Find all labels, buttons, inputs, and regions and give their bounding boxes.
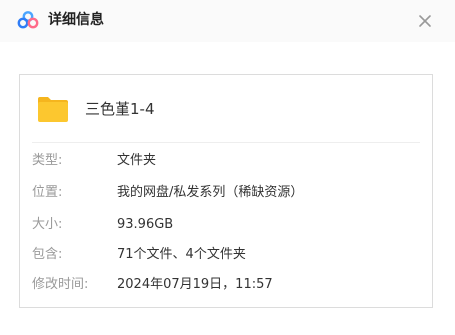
detail-value: 71个文件、4个文件夹: [117, 247, 246, 262]
dialog-title: 详细信息: [48, 12, 104, 28]
details-dialog: 详细信息 三色堇1-4 类型: 文件夹 位置: 我的网盘/私发系列（稀缺资源） …: [0, 0, 455, 335]
detail-label: 类型:: [32, 153, 63, 168]
detail-label: 大小:: [32, 217, 63, 232]
detail-row-size: 大小: 93.96GB: [32, 215, 422, 235]
detail-row-location: 位置: 我的网盘/私发系列（稀缺资源）: [32, 183, 422, 203]
detail-label: 位置:: [32, 185, 63, 200]
dialog-header: 详细信息: [0, 0, 455, 42]
folder-icon: [38, 97, 68, 122]
detail-label: 修改时间:: [32, 277, 89, 292]
divider: [32, 142, 420, 143]
detail-row-type: 类型: 文件夹: [32, 151, 422, 171]
detail-value: 我的网盘/私发系列（稀缺资源）: [117, 185, 304, 200]
detail-row-contents: 包含: 71个文件、4个文件夹: [32, 245, 422, 265]
detail-label: 包含:: [32, 247, 63, 262]
detail-value: 2024年07月19日，11:57: [117, 277, 273, 292]
detail-row-modified: 修改时间: 2024年07月19日，11:57: [32, 275, 422, 295]
close-icon[interactable]: [414, 10, 436, 32]
cloud-logo-icon: [17, 11, 39, 29]
details-panel: 三色堇1-4 类型: 文件夹 位置: 我的网盘/私发系列（稀缺资源） 大小: 9…: [19, 74, 433, 308]
folder-name: 三色堇1-4: [85, 100, 155, 118]
detail-value: 93.96GB: [117, 217, 174, 232]
detail-value: 文件夹: [117, 153, 157, 168]
